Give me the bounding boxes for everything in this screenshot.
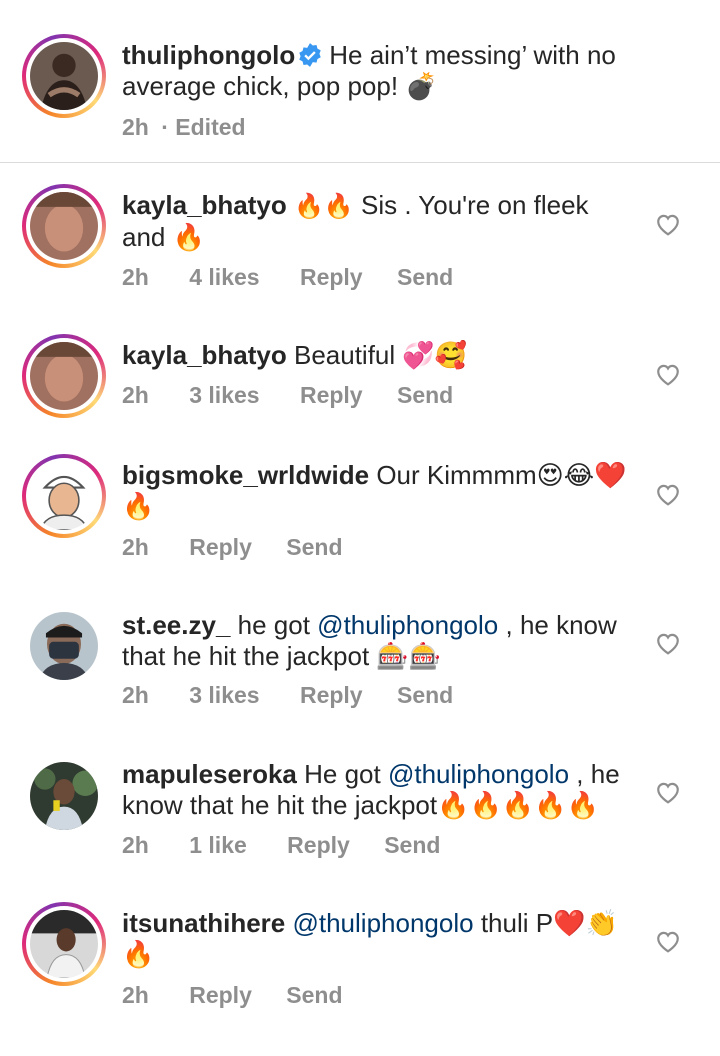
heart-icon[interactable] [655,780,681,804]
reply-button[interactable]: Reply [300,264,363,291]
comment-body-before: he got [237,610,310,640]
comment-username[interactable]: itsunathihere [122,908,285,938]
reply-button[interactable]: Reply [189,534,252,561]
comment-time: 2h [122,264,149,290]
avatar[interactable] [30,762,98,830]
comment-username[interactable]: kayla_bhatyo [122,340,287,370]
comment-likes[interactable]: 4 likes [189,264,259,291]
send-button[interactable]: Send [397,682,453,709]
comment-time: 2h [122,682,149,708]
comment-meta: 2h Reply Send [122,534,343,561]
comment-username[interactable]: bigsmoke_wrldwide [122,460,369,490]
mention-link[interactable]: @thuliphongolo [292,908,473,938]
send-button[interactable]: Send [384,832,440,859]
heart-icon[interactable] [655,631,681,655]
comment-text: st.ee.zy_ he got @thuliphongolo , he kno… [122,610,632,672]
mention-link[interactable]: @thuliphongolo [388,759,569,789]
avatar[interactable] [22,454,106,538]
comment-body: Beautiful 💞🥰 [293,340,468,370]
reply-button[interactable]: Reply [287,832,350,859]
divider [0,162,720,163]
comment-text: kayla_bhatyo 🔥🔥 Sis . You're on fleek an… [122,190,632,253]
heart-icon[interactable] [655,929,681,953]
comment-likes[interactable]: 1 like [189,832,247,859]
reply-button[interactable]: Reply [300,382,363,409]
comment-meta: 2h 4 likes Reply Send [122,264,453,291]
send-button[interactable]: Send [286,982,342,1009]
caption-time: 2h [122,114,149,140]
caption-username[interactable]: thuliphongolo [122,40,295,70]
avatar[interactable] [22,184,106,268]
comment-likes[interactable]: 3 likes [189,382,259,409]
comment-username[interactable]: mapuleseroka [122,759,297,789]
reply-button[interactable]: Reply [189,982,252,1009]
comment-meta: 2h 3 likes Reply Send [122,682,453,709]
comment-time: 2h [122,982,149,1008]
avatar[interactable] [22,34,106,118]
send-button[interactable]: Send [397,264,453,291]
send-button[interactable]: Send [397,382,453,409]
caption-text: thuliphongolo He ain’t messing’ with no a… [122,40,632,102]
avatar[interactable] [30,612,98,680]
mention-link[interactable]: @thuliphongolo [317,610,498,640]
caption-meta: 2h · Edited [122,114,246,141]
reply-button[interactable]: Reply [300,682,363,709]
avatar[interactable] [22,334,106,418]
comment-prefix: 🔥🔥 [293,192,354,220]
comment-text: bigsmoke_wrldwide Our Kimmmm😍😂❤️🔥 [122,460,632,522]
comment-time: 2h [122,382,149,408]
comment-text: mapuleseroka He got @thuliphongolo , he … [122,759,632,821]
heart-icon[interactable] [655,362,681,386]
comment-username[interactable]: kayla_bhatyo [122,190,287,220]
comment-likes[interactable]: 3 likes [189,682,259,709]
send-button[interactable]: Send [286,534,342,561]
caption-edited: · Edited [161,114,246,140]
comment-username[interactable]: st.ee.zy_ [122,610,230,640]
comment-body-before: He got [304,759,381,789]
heart-icon[interactable] [655,212,681,236]
heart-icon[interactable] [655,482,681,506]
verified-badge-icon [299,43,321,67]
avatar[interactable] [22,902,106,986]
comment-meta: 2h 3 likes Reply Send [122,382,453,409]
comment-time: 2h [122,534,149,560]
comment-time: 2h [122,832,149,858]
comment-meta: 2h Reply Send [122,982,343,1009]
comment-text: itsunathihere @thuliphongolo thuli P❤️👏🔥 [122,908,632,970]
comment-text: kayla_bhatyo Beautiful 💞🥰 [122,340,632,371]
comment-meta: 2h 1 like Reply Send [122,832,440,859]
